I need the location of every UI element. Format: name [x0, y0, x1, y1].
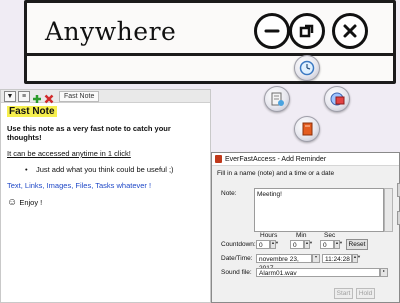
sound-dropdown-button[interactable]: ▸ — [380, 268, 388, 277]
note-bullet-text: Just add what you think could be useful … — [35, 165, 174, 174]
sec-label: Sec — [324, 232, 336, 239]
restore-icon — [299, 24, 314, 38]
min-label: Min — [296, 232, 307, 239]
note-line-access: It can be accessed anytime in 1 click! — [7, 149, 131, 158]
tab-fast-note[interactable]: Fast Note — [59, 90, 100, 102]
reminder-icon — [330, 92, 345, 106]
smiley-icon: ☺ — [7, 197, 18, 208]
fast-note-panel: ▼ ≡ Fast Note Fast Note Use this note as… — [0, 89, 211, 303]
dialog-title: EverFastAccess - Add Reminder — [225, 155, 327, 163]
clock-icon — [299, 60, 315, 76]
note-list-button[interactable]: ≡ — [18, 90, 30, 102]
note-title: Fast Note — [7, 106, 57, 117]
min-spinner[interactable]: ▲▼ — [304, 240, 313, 249]
sec-input[interactable]: 0 — [320, 240, 334, 249]
date-picker[interactable]: novembre 23, 2017 — [256, 254, 312, 272]
hours-input[interactable]: 0 — [256, 240, 270, 249]
menu-dropdown-button[interactable]: ▼ — [4, 90, 16, 102]
restore-button[interactable] — [289, 13, 325, 49]
delete-icon — [44, 94, 54, 104]
hours-spinner[interactable]: ▲▼ — [270, 240, 279, 249]
close-button[interactable] — [332, 13, 368, 49]
time-spinner[interactable]: ▲▼ — [352, 254, 361, 263]
time-input[interactable]: 11:24:28 — [322, 254, 352, 263]
notes-launcher[interactable] — [264, 86, 290, 112]
minimize-button[interactable] — [254, 13, 290, 49]
window-divider — [24, 53, 396, 56]
notes-icon — [271, 92, 284, 106]
note-textarea[interactable]: Meeting! — [254, 188, 384, 232]
start-button[interactable]: Start — [334, 288, 353, 299]
add-note-button[interactable] — [32, 91, 42, 103]
note-bullet: • Just add what you think could be usefu… — [25, 165, 174, 174]
min-input[interactable]: 0 — [290, 240, 304, 249]
sec-spinner[interactable]: ▲▼ — [334, 240, 343, 249]
note-enjoy-text: Enjoy ! — [19, 198, 43, 207]
hours-label: Hours — [260, 232, 278, 239]
sound-file-select[interactable]: Alarm01.wav — [256, 268, 380, 277]
calendar-dropdown-button[interactable]: ▾ — [312, 254, 320, 263]
window-title: Anywhere — [45, 17, 177, 46]
sound-file-label: Sound file: — [221, 269, 252, 276]
dialog-titlebar: EverFastAccess - Add Reminder — [212, 153, 399, 166]
note-line-enjoy: ☺ Enjoy ! — [7, 197, 204, 208]
note-toolbar: ▼ ≡ Fast Note — [1, 90, 210, 104]
close-icon — [343, 24, 357, 38]
note-line-types: Text, Links, Images, Files, Tasks whatev… — [7, 181, 152, 190]
countdown-label: Countdown: — [221, 241, 256, 248]
add-reminder-dialog: EverFastAccess - Add Reminder Fill in a … — [211, 152, 400, 303]
note-label: Note: — [221, 190, 237, 197]
hold-button[interactable]: Hold — [356, 288, 375, 299]
clock-launcher[interactable] — [294, 55, 320, 81]
reset-button[interactable]: Reset — [346, 239, 368, 250]
note-line-intro: Use this note as a very fast note to cat… — [7, 124, 171, 142]
note-scrollbar[interactable] — [384, 188, 393, 232]
book-launcher[interactable] — [294, 116, 320, 142]
datetime-label: Date/Time: — [221, 255, 253, 262]
delete-note-button[interactable] — [44, 91, 54, 104]
note-content[interactable]: Fast Note Use this note as a very fast n… — [1, 103, 210, 217]
minus-icon — [264, 29, 280, 33]
book-icon — [302, 122, 313, 136]
reminder-launcher[interactable] — [324, 86, 350, 112]
dialog-hint: Fill in a name (note) and a time or a da… — [217, 170, 335, 177]
plus-icon — [33, 95, 41, 103]
app-icon — [215, 155, 222, 163]
anywhere-window: Anywhere — [24, 0, 396, 84]
